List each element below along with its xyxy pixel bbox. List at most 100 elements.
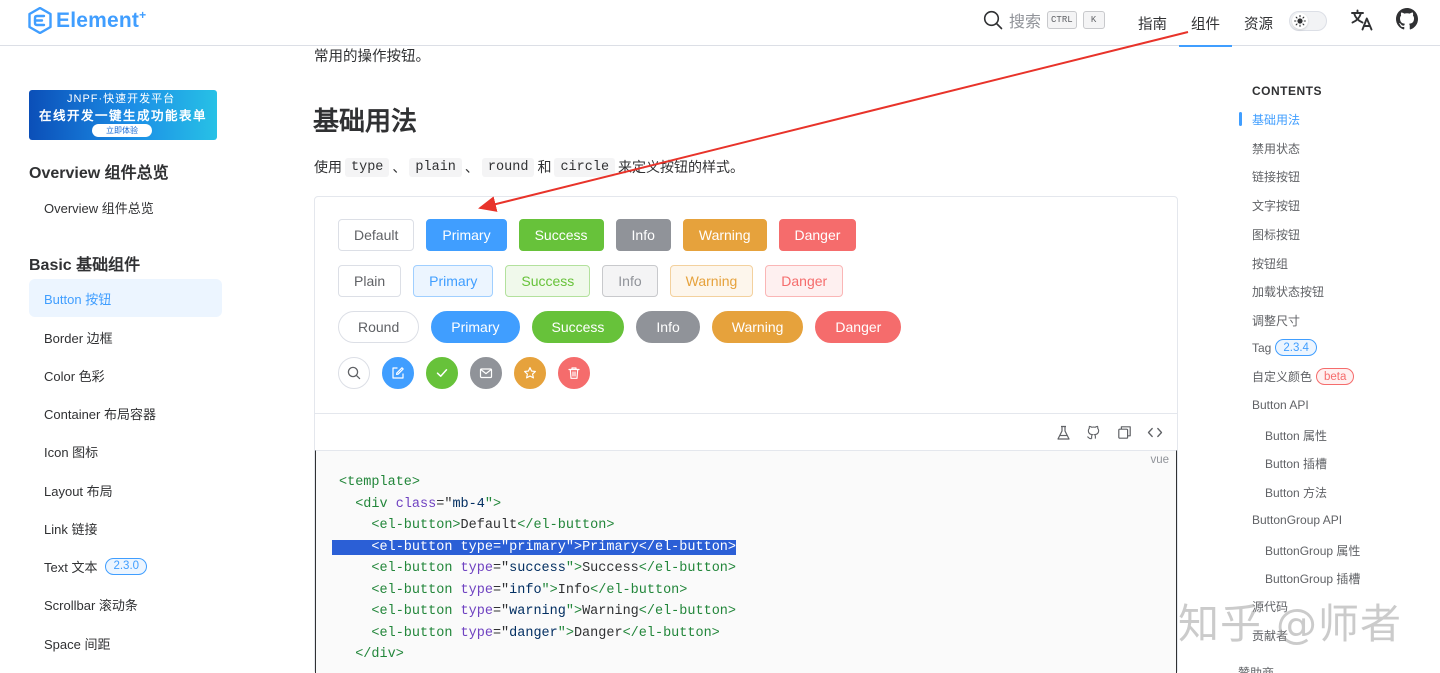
- sidebar-item-color[interactable]: Color 色彩: [29, 356, 222, 394]
- source-code-block: vue <template> <div class="mb-4"> <el-bu…: [315, 450, 1177, 673]
- toc-item-button-slots[interactable]: Button 插槽: [1265, 455, 1327, 472]
- playground-icon[interactable]: [1056, 425, 1071, 441]
- info-round-button[interactable]: Info: [636, 311, 700, 343]
- info-plain-button[interactable]: Info: [602, 265, 658, 297]
- toc-item-buttongroup-api[interactable]: ButtonGroup API: [1252, 513, 1342, 527]
- version-badge: 2.3.4: [1275, 339, 1317, 356]
- toc-item-button-group[interactable]: 按钮组: [1252, 255, 1288, 272]
- sidebar-item-label: Layout 布局: [44, 483, 113, 499]
- sidebar-item-label: Icon 图标: [44, 444, 99, 460]
- code-icon[interactable]: [1147, 425, 1163, 440]
- sidebar-item-layout[interactable]: Layout 布局: [29, 471, 222, 509]
- sidebar-item-overview[interactable]: Overview 组件总览: [29, 188, 222, 226]
- warning-button[interactable]: Warning: [682, 219, 767, 251]
- code-line: <el-button type="success">Success</el-bu…: [339, 561, 736, 576]
- toc-item-link-button[interactable]: 链接按钮: [1252, 168, 1300, 185]
- success-plain-button[interactable]: Success: [505, 265, 591, 297]
- success-button[interactable]: Success: [518, 219, 604, 251]
- toc-item-loading[interactable]: 加载状态按钮: [1252, 283, 1324, 300]
- star-circle-button[interactable]: [514, 357, 546, 389]
- toc-item-button-api[interactable]: Button API: [1252, 398, 1309, 412]
- danger-button[interactable]: Danger: [778, 219, 857, 251]
- sidebar-item-text[interactable]: Text 文本 2.3.0: [29, 547, 222, 585]
- search-label: 搜索: [1009, 14, 1042, 31]
- desc-separator: 、: [464, 159, 479, 175]
- dark-mode-toggle[interactable]: [1289, 11, 1327, 31]
- primary-button[interactable]: Primary: [426, 219, 507, 251]
- toc-item-buttongroup-attrs[interactable]: ButtonGroup 属性: [1265, 542, 1360, 559]
- search-icon: [347, 366, 361, 380]
- toc-item-icon-button[interactable]: 图标按钮: [1252, 226, 1300, 243]
- sun-icon: [1294, 15, 1306, 27]
- search-circle-button[interactable]: [338, 357, 370, 389]
- sidebar-item-label: Link 链接: [44, 521, 98, 537]
- sidebar-item-border[interactable]: Border 边框: [29, 318, 222, 356]
- sidebar-item-icon[interactable]: Icon 图标: [29, 432, 222, 470]
- danger-round-button[interactable]: Danger: [815, 311, 902, 343]
- sidebar-item-label: Text 文本: [44, 559, 98, 575]
- round-button[interactable]: Round: [338, 311, 420, 343]
- message-circle-button[interactable]: [470, 357, 502, 389]
- nav-guide[interactable]: 指南: [1126, 0, 1179, 46]
- github-icon[interactable]: [1086, 425, 1101, 440]
- kbd-ctrl: CTRL: [1047, 11, 1077, 29]
- sidebar-item-scrollbar[interactable]: Scrollbar 滚动条: [29, 585, 222, 623]
- theme-knob: [1292, 13, 1308, 29]
- info-button[interactable]: Info: [615, 219, 671, 251]
- sidebar-item-container[interactable]: Container 布局容器: [29, 394, 222, 432]
- trash-icon: [568, 367, 580, 379]
- inline-code-round: round: [481, 157, 535, 177]
- plain-button[interactable]: Plain: [338, 265, 402, 297]
- success-round-button[interactable]: Success: [531, 311, 625, 343]
- button-row-plain: Plain Primary Success Info Warning Dange…: [338, 265, 844, 297]
- warning-round-button[interactable]: Warning: [711, 311, 804, 343]
- nav-components[interactable]: 组件: [1179, 0, 1232, 47]
- toc-item-sizes[interactable]: 调整尺寸: [1252, 312, 1300, 329]
- element-plus-logo[interactable]: Element+: [28, 6, 146, 34]
- jnpf-ad-banner[interactable]: JNPF·快速开发平台 在线开发一键生成功能表单 立即体验: [29, 90, 217, 140]
- mail-icon: [479, 368, 493, 379]
- primary-round-button[interactable]: Primary: [431, 311, 520, 343]
- toc-item-button-attrs[interactable]: Button 属性: [1265, 427, 1327, 444]
- toc-item-sponsors[interactable]: 赞助商: [1238, 664, 1274, 673]
- delete-circle-button[interactable]: [558, 357, 590, 389]
- toc-item-tag[interactable]: Tag 2.3.4: [1252, 339, 1317, 356]
- danger-plain-button[interactable]: Danger: [765, 265, 844, 297]
- sidebar-item-label: Button 按钮: [44, 291, 112, 307]
- toc-item-text-button[interactable]: 文字按钮: [1252, 197, 1300, 214]
- toc-item-basic-usage[interactable]: 基础用法: [1252, 111, 1300, 128]
- element-logo-icon: [28, 6, 52, 34]
- edit-circle-button[interactable]: [382, 357, 414, 389]
- copy-icon[interactable]: [1117, 425, 1132, 440]
- edit-icon: [392, 367, 404, 379]
- beta-badge: beta: [1316, 368, 1355, 385]
- warning-plain-button[interactable]: Warning: [669, 265, 754, 297]
- sidebar-item-label: Border 边框: [44, 330, 113, 346]
- toc-item-disabled[interactable]: 禁用状态: [1252, 140, 1300, 157]
- button-row-default: Default Primary Success Info Warning Dan…: [338, 219, 857, 251]
- sidebar-item-label: Scrollbar 滚动条: [44, 597, 138, 613]
- search-button[interactable]: 搜索 CTRL K: [983, 9, 1105, 31]
- toc-item-custom-color[interactable]: 自定义颜色 beta: [1252, 368, 1355, 385]
- github-icon[interactable]: [1396, 8, 1418, 30]
- demo-preview: Default Primary Success Info Warning Dan…: [315, 197, 1177, 413]
- inline-code-circle: circle: [554, 157, 616, 177]
- default-button[interactable]: Default: [338, 219, 415, 251]
- code-lines: <template> <div class="mb-4"> <el-button…: [332, 472, 736, 666]
- banner-try-button[interactable]: 立即体验: [92, 124, 152, 137]
- check-circle-button[interactable]: [426, 357, 458, 389]
- code-line: <el-button>Default</el-button>: [339, 518, 615, 533]
- version-badge: 2.3.0: [105, 557, 148, 575]
- toc-item-button-methods[interactable]: Button 方法: [1265, 484, 1327, 501]
- section-intro: 常用的操作按钮。: [314, 49, 430, 65]
- primary-plain-button[interactable]: Primary: [413, 265, 494, 297]
- sidebar-item-link[interactable]: Link 链接: [29, 509, 222, 547]
- nav-resources[interactable]: 资源: [1232, 0, 1285, 46]
- demo-toolbar: [315, 413, 1177, 451]
- sidebar-item-button[interactable]: Button 按钮: [29, 279, 222, 317]
- translate-icon[interactable]: [1350, 8, 1374, 32]
- inline-code-plain: plain: [409, 157, 462, 177]
- code-line: <div class="mb-4">: [339, 496, 502, 512]
- sidebar-item-space[interactable]: Space 间距: [29, 624, 222, 662]
- toc-item-buttongroup-slots[interactable]: ButtonGroup 插槽: [1265, 570, 1360, 587]
